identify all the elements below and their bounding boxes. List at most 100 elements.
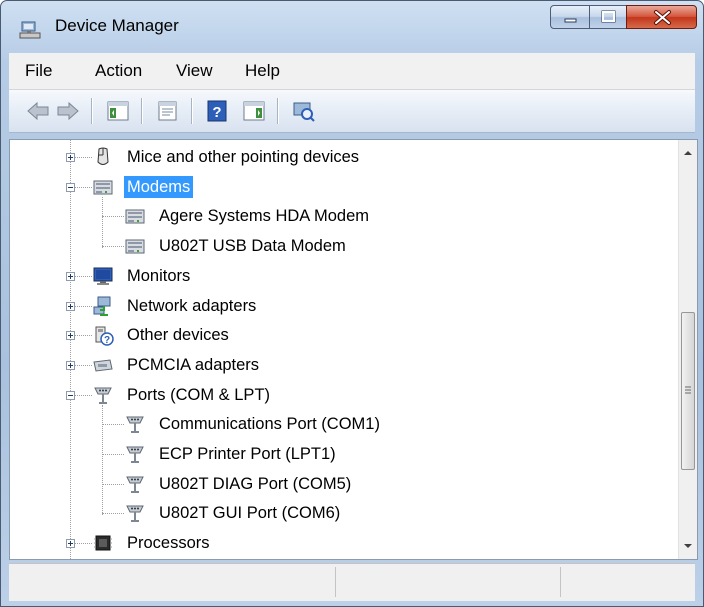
network-adapter-icon (92, 295, 114, 317)
maximize-button[interactable] (589, 5, 627, 29)
pcmcia-icon (92, 354, 114, 376)
tree-item[interactable]: Communications Port (COM1) (10, 412, 670, 438)
tree-item[interactable]: ECP Printer Port (LPT1) (10, 442, 670, 468)
tree-item[interactable]: U802T DIAG Port (COM5) (10, 472, 670, 498)
tree-item-label: U802T GUI Port (COM6) (159, 504, 341, 523)
tree-branch-line (102, 216, 124, 218)
close-button[interactable] (626, 5, 697, 29)
tree-item-label: PCMCIA adapters (127, 355, 260, 374)
tree-item[interactable]: Network adapters (10, 294, 670, 320)
help-icon: ? (207, 100, 227, 122)
show-hide-console-tree-icon (107, 101, 129, 121)
toolbar: ? (9, 90, 695, 133)
device-manager-icon (19, 20, 41, 40)
toolbar-separator (91, 98, 93, 124)
tree-item[interactable]: Ports (COM & LPT) (10, 383, 670, 409)
window-title: Device Manager (55, 16, 179, 35)
show-hide-console-tree-button[interactable] (105, 99, 131, 123)
port-icon (92, 384, 114, 406)
action-pane-icon (243, 101, 265, 121)
tree-item[interactable]: PCMCIA adapters (10, 353, 670, 379)
tree-item-label: Processors (127, 534, 210, 553)
action-pane-button[interactable] (241, 99, 267, 123)
modem-icon (92, 176, 114, 198)
forward-button[interactable] (55, 99, 81, 123)
tree-item-label: Monitors (127, 266, 191, 285)
tree-item[interactable]: ? Other devices (10, 323, 670, 349)
device-manager-window: Device Manager File Action View Help ? M… (0, 0, 704, 607)
properties-button[interactable] (155, 99, 181, 123)
port-icon (124, 502, 146, 524)
svg-text:?: ? (212, 104, 221, 121)
monitor-icon (92, 265, 114, 287)
status-pane-1 (9, 567, 335, 597)
tree-item-label: Communications Port (COM1) (159, 415, 380, 434)
status-bar (9, 563, 695, 601)
expand-icon[interactable] (66, 271, 75, 281)
tree-item[interactable]: Monitors (10, 264, 670, 290)
menu-action[interactable]: Action (95, 61, 142, 81)
menu-help[interactable]: Help (245, 61, 280, 81)
unknown-device-icon: ? (92, 324, 114, 346)
collapse-icon[interactable] (66, 182, 75, 192)
scroll-up-icon (684, 151, 692, 155)
menu-view[interactable]: View (176, 61, 213, 81)
properties-icon (158, 101, 177, 121)
scan-hardware-button[interactable] (291, 99, 317, 123)
scroll-up-button[interactable] (679, 144, 697, 162)
expand-icon[interactable] (66, 360, 75, 370)
tree-item-label: U802T DIAG Port (COM5) (159, 474, 352, 493)
toolbar-separator (191, 98, 193, 124)
status-pane-3 (560, 567, 691, 597)
expand-icon[interactable] (66, 153, 75, 162)
expand-icon[interactable] (66, 331, 75, 341)
expand-icon[interactable] (66, 539, 75, 549)
mouse-icon (92, 146, 114, 168)
expand-icon[interactable] (66, 301, 75, 311)
vertical-scrollbar[interactable] (678, 140, 697, 559)
status-pane-2 (335, 567, 561, 597)
back-button[interactable] (25, 99, 51, 123)
forward-arrow-icon (57, 101, 79, 121)
modem-icon (124, 235, 146, 257)
back-arrow-icon (27, 101, 49, 121)
svg-text:?: ? (104, 335, 110, 346)
tree-item-label: Agere Systems HDA Modem (159, 207, 369, 226)
port-icon (124, 413, 146, 435)
menu-file[interactable]: File (25, 61, 52, 81)
maximize-icon (601, 10, 616, 23)
tree-branch-line (102, 454, 124, 455)
scan-hardware-icon (293, 102, 315, 122)
processor-icon (92, 532, 114, 554)
scroll-down-icon (684, 544, 692, 548)
tree-branch-line (102, 513, 124, 515)
minimize-button[interactable] (550, 5, 590, 29)
grip-icon (685, 386, 691, 394)
toolbar-separator (141, 98, 143, 124)
tree-item[interactable]: Modems (10, 175, 670, 201)
tree-item[interactable]: Mice and other pointing devices (10, 145, 670, 171)
help-button[interactable]: ? (205, 99, 231, 123)
tree-item-label: U802T USB Data Modem (159, 237, 346, 256)
tree-item-label: Network adapters (127, 296, 257, 315)
scrollbar-thumb[interactable] (681, 312, 695, 470)
title-bar[interactable]: Device Manager (1, 1, 703, 49)
scroll-down-button[interactable] (679, 537, 697, 555)
tree-item-label: Modems (124, 175, 194, 198)
tree-item-label: Mice and other pointing devices (127, 148, 360, 166)
tree-branch-line (102, 424, 124, 426)
tree-item[interactable]: U802T USB Data Modem (10, 234, 670, 260)
tree-item[interactable]: Agere Systems HDA Modem (10, 204, 670, 230)
minimize-icon (564, 18, 577, 23)
tree-branch-line (102, 246, 124, 248)
tree-item[interactable]: U802T GUI Port (COM6) (10, 501, 670, 527)
device-tree[interactable]: Mice and other pointing devices Modems Age… (9, 139, 698, 560)
tree-item[interactable]: Processors (10, 531, 670, 557)
tree-item-label: Other devices (127, 326, 229, 345)
port-icon (124, 443, 146, 465)
collapse-icon[interactable] (66, 390, 75, 400)
toolbar-separator (277, 98, 279, 124)
tree-item-label: ECP Printer Port (LPT1) (159, 445, 336, 463)
tree-item-label: Ports (COM & LPT) (127, 385, 271, 404)
menu-bar: File Action View Help (9, 53, 695, 90)
